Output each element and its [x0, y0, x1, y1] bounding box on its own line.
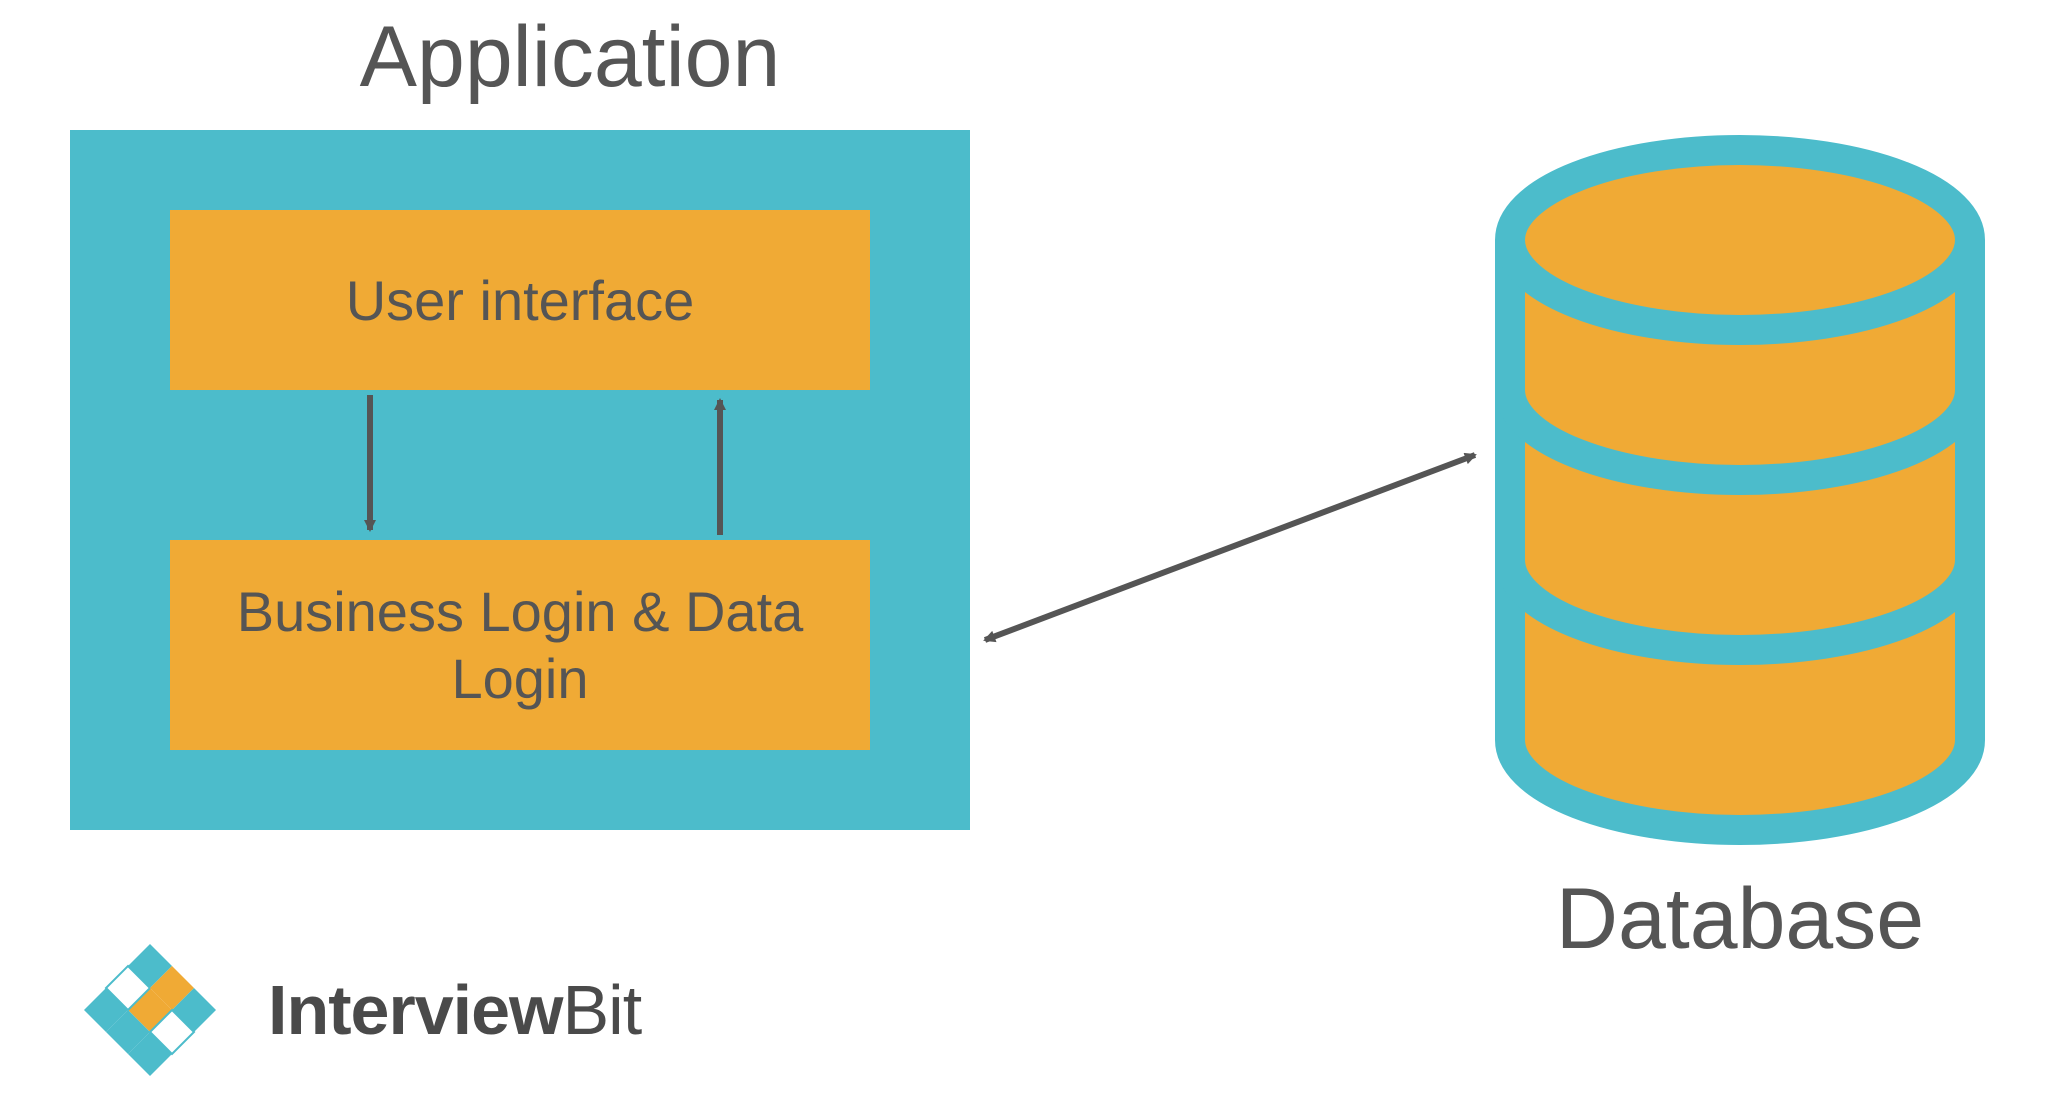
brand-name-bold: Interview [268, 971, 562, 1049]
database-label: Database [1480, 870, 2000, 969]
arrow-app-to-database [985, 455, 1475, 640]
application-title: Application [240, 8, 900, 107]
brand-name: InterviewBit [268, 970, 641, 1050]
database-icon [1480, 130, 2000, 850]
brand-logo-icon [60, 940, 240, 1080]
brand-logo: InterviewBit [60, 940, 641, 1080]
business-logic-label: Business Login & Data Login [190, 578, 850, 712]
user-interface-label: User interface [346, 268, 695, 333]
business-logic-box: Business Login & Data Login [170, 540, 870, 750]
brand-name-light: Bit [562, 971, 641, 1049]
user-interface-box: User interface [170, 210, 870, 390]
